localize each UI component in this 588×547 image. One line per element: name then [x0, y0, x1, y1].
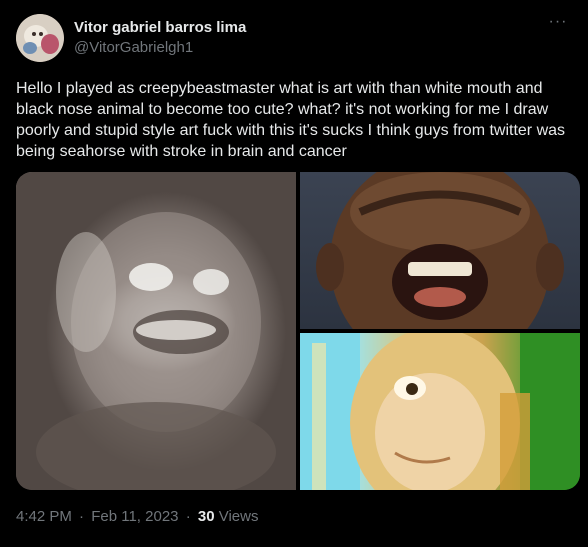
tweet-card: Vitor gabriel barros lima @VitorGabrielg…	[0, 0, 588, 547]
meta-separator: ·	[185, 508, 191, 525]
author-handle[interactable]: @VitorGabrielgh1	[74, 38, 246, 58]
tweet-meta: 4:42 PM · Feb 11, 2023 · 30 Views	[16, 507, 258, 527]
author-names: Vitor gabriel barros lima @VitorGabrielg…	[74, 18, 246, 58]
meta-separator: ·	[79, 508, 85, 525]
tweet-text: Hello I played as creepybeastmaster what…	[16, 80, 566, 160]
tweet-header: Vitor gabriel barros lima @VitorGabrielg…	[16, 14, 572, 62]
blurry-grinning-face-photo-icon	[36, 212, 276, 490]
tweet-time[interactable]: 4:42 PM	[16, 508, 72, 525]
tweet-date[interactable]: Feb 11, 2023	[91, 508, 178, 525]
views-label: Views	[218, 508, 259, 525]
media-image-2[interactable]	[300, 172, 580, 329]
views-count: 30	[197, 508, 215, 525]
media-image-1[interactable]	[16, 172, 296, 490]
avatar-photo-icon	[16, 14, 64, 62]
media-grid	[16, 172, 580, 490]
author-display-name[interactable]: Vitor gabriel barros lima	[74, 18, 246, 38]
screaming-bald-man-photo-icon	[316, 172, 564, 329]
avatar[interactable]	[16, 14, 64, 62]
more-horizontal-icon[interactable]: ···	[544, 14, 572, 36]
media-image-3[interactable]	[300, 333, 580, 490]
cartoon-blonde-girl-closeup-icon	[300, 333, 580, 490]
